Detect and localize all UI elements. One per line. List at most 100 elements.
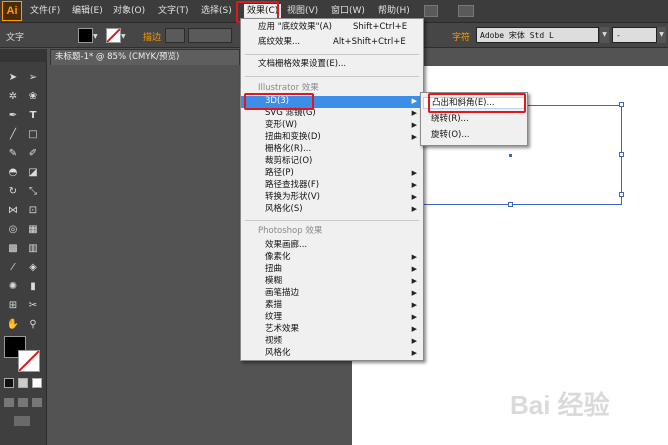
- menu-separator: [245, 220, 419, 221]
- stroke-weight-dropdown[interactable]: [188, 28, 232, 43]
- pen-tool-icon[interactable]: ✒: [6, 109, 20, 123]
- photoshop-effects-header: Photoshop 效果: [258, 226, 323, 236]
- lasso-icon[interactable]: ❀: [26, 90, 40, 104]
- menu-item-stylize-photoshop[interactable]: 风格化 ▶: [241, 348, 423, 360]
- draw-behind-icon[interactable]: [18, 398, 28, 407]
- type-tool-icon[interactable]: T: [26, 109, 40, 123]
- menu-item-pathfinder[interactable]: 路径查找器(F) ▶: [241, 180, 423, 192]
- menu-item-blur[interactable]: 模糊 ▶: [241, 276, 423, 288]
- menu-item-stylize-illustrator[interactable]: 风格化(S) ▶: [241, 204, 423, 216]
- selection-handle[interactable]: [619, 102, 624, 107]
- arrange-documents-icon[interactable]: [458, 5, 474, 17]
- hand-tool-icon[interactable]: ✋: [6, 318, 20, 332]
- eraser-icon[interactable]: ◪: [26, 166, 40, 180]
- blend-tool-icon[interactable]: ◈: [26, 261, 40, 275]
- line-tool-icon[interactable]: ╱: [6, 128, 20, 142]
- font-style-input[interactable]: -: [612, 27, 657, 43]
- slice-tool-icon[interactable]: ✂: [26, 299, 40, 313]
- frame-center-point: [509, 154, 512, 157]
- blob-brush-icon[interactable]: ◓: [6, 166, 20, 180]
- paintbrush-icon[interactable]: ✎: [6, 147, 20, 161]
- annotation-extrude-highlight: [428, 93, 526, 113]
- menu-item-path[interactable]: 路径(P) ▶: [241, 168, 423, 180]
- menu-separator: [245, 54, 419, 55]
- menu-edit[interactable]: 编辑(E): [72, 4, 103, 19]
- font-family-input[interactable]: Adobe 宋体 Std L: [476, 27, 599, 43]
- menu-file[interactable]: 文件(F): [30, 4, 60, 19]
- menu-item-pixelate[interactable]: 像素化 ▶: [241, 252, 423, 264]
- menu-view[interactable]: 视图(V): [287, 4, 318, 19]
- tool-label: 文字: [6, 33, 25, 43]
- toolbox-header: [0, 49, 47, 62]
- rectangle-tool-icon[interactable]: □: [26, 128, 40, 142]
- stroke-color-box[interactable]: [18, 350, 40, 372]
- menu-item-rotate[interactable]: 旋转(O)...: [421, 130, 527, 142]
- annotation-3d-highlight: [244, 93, 314, 110]
- zoom-tool-icon[interactable]: ⚲: [26, 318, 40, 332]
- screen-mode-icon[interactable]: [14, 416, 30, 426]
- character-label[interactable]: 字符: [452, 30, 470, 43]
- document-tab-title: 未标题-1* @ 85% (CMYK/预览): [55, 52, 180, 62]
- draw-normal-icon[interactable]: [4, 398, 14, 407]
- menu-item-brush-strokes[interactable]: 画笔描边 ▶: [241, 288, 423, 300]
- gradient-tool-icon[interactable]: ▥: [26, 242, 40, 256]
- menu-item-texture[interactable]: 纹理 ▶: [241, 312, 423, 324]
- pencil-icon[interactable]: ✐: [26, 147, 40, 161]
- menu-item-video[interactable]: 视频 ▶: [241, 336, 423, 348]
- column-graph-icon[interactable]: ▮: [26, 280, 40, 294]
- menu-item-distort-transform[interactable]: 扭曲和变换(D) ▶: [241, 132, 423, 144]
- menu-item-crop-marks[interactable]: 裁剪标记(O): [241, 156, 423, 168]
- menu-item-convert-to-shape[interactable]: 转换为形状(V) ▶: [241, 192, 423, 204]
- color-mode-icon[interactable]: [4, 378, 14, 388]
- menu-item-last-effect[interactable]: 底纹效果... Alt+Shift+Ctrl+E: [241, 37, 423, 49]
- chevron-down-icon[interactable]: ▼: [93, 33, 98, 40]
- draw-inside-icon[interactable]: [32, 398, 42, 407]
- scale-tool-icon[interactable]: ⤡: [26, 185, 40, 199]
- stroke-swatch[interactable]: [106, 28, 121, 43]
- direct-selection-tool-icon[interactable]: ➢: [26, 71, 40, 85]
- fill-swatch[interactable]: [78, 28, 93, 43]
- shape-builder-icon[interactable]: ◎: [6, 223, 20, 237]
- menu-object[interactable]: 对象(O): [113, 4, 145, 19]
- width-tool-icon[interactable]: ⋈: [6, 204, 20, 218]
- menu-item-sketch[interactable]: 素描 ▶: [241, 300, 423, 312]
- menu-item-warp[interactable]: 变形(W) ▶: [241, 120, 423, 132]
- menu-item-raster-settings[interactable]: 文档栅格效果设置(E)...: [241, 59, 423, 71]
- effect-menu: 应用 "底纹效果"(A) Shift+Ctrl+E 底纹效果... Alt+Sh…: [240, 18, 424, 361]
- symbol-sprayer-icon[interactable]: ✺: [6, 280, 20, 294]
- menu-item-artistic[interactable]: 艺术效果 ▶: [241, 324, 423, 336]
- eyedropper-icon[interactable]: ⁄: [6, 261, 20, 275]
- selection-tool-icon[interactable]: ➤: [6, 71, 20, 85]
- mesh-tool-icon[interactable]: ▩: [6, 242, 20, 256]
- menu-window[interactable]: 窗口(W): [331, 4, 365, 19]
- selection-handle[interactable]: [619, 192, 624, 197]
- menu-separator: [245, 76, 419, 77]
- perspective-grid-icon[interactable]: ▦: [26, 223, 40, 237]
- none-mode-icon[interactable]: [32, 378, 42, 388]
- app-logo: Ai: [2, 1, 22, 21]
- menu-item-revolve[interactable]: 绕转(R)...: [421, 114, 527, 126]
- stroke-weight-stepper[interactable]: [165, 28, 185, 43]
- chevron-down-icon[interactable]: ▼: [121, 33, 126, 40]
- menu-help[interactable]: 帮助(H): [378, 4, 410, 19]
- watermark: Bai 经验: [510, 390, 610, 420]
- menu-select[interactable]: 选择(S): [201, 4, 232, 19]
- selection-handle[interactable]: [508, 202, 513, 207]
- menu-item-distort[interactable]: 扭曲 ▶: [241, 264, 423, 276]
- menu-type[interactable]: 文字(T): [158, 4, 189, 19]
- menu-item-effect-gallery[interactable]: 效果画廊...: [241, 240, 423, 252]
- stroke-label[interactable]: 描边: [143, 30, 161, 43]
- menu-item-rasterize[interactable]: 栅格化(R)...: [241, 144, 423, 156]
- rotate-tool-icon[interactable]: ↻: [6, 185, 20, 199]
- document-tab[interactable]: 未标题-1* @ 85% (CMYK/预览): [50, 49, 240, 65]
- free-transform-icon[interactable]: ⊡: [26, 204, 40, 218]
- chevron-down-icon[interactable]: ▼: [600, 27, 609, 43]
- magic-wand-icon[interactable]: ✲: [6, 90, 20, 104]
- bridge-icon[interactable]: [424, 5, 438, 17]
- toolbox: ➤ ➢ ✲ ❀ ✒ T ╱ □ ✎ ✐ ◓ ◪ ↻ ⤡ ⋈ ⊡ ◎ ▦ ▩ ▥ …: [0, 62, 47, 445]
- artboard-tool-icon[interactable]: ⊞: [6, 299, 20, 313]
- selection-handle[interactable]: [619, 152, 624, 157]
- menu-item-apply-last-effect[interactable]: 应用 "底纹效果"(A) Shift+Ctrl+E: [241, 22, 423, 34]
- gradient-mode-icon[interactable]: [18, 378, 28, 388]
- chevron-down-icon[interactable]: ▼: [657, 27, 666, 43]
